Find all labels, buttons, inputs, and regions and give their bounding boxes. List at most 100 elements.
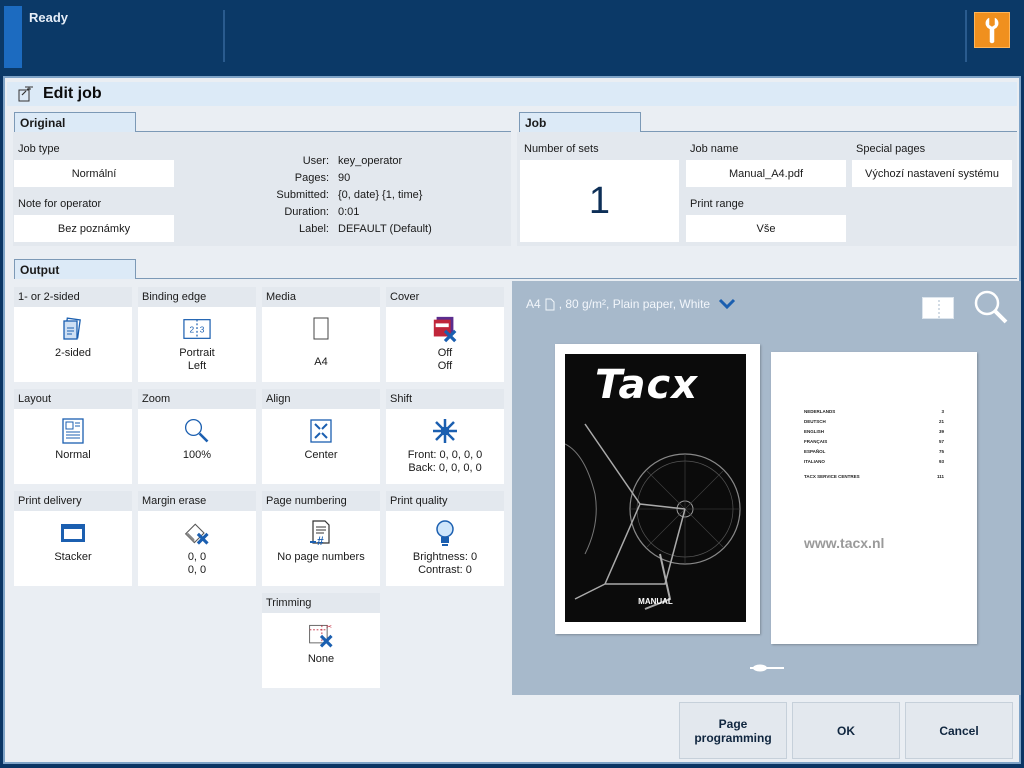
tab-job: Job <box>519 112 641 132</box>
toc-list: NEDERLANDS 3 DEUTSCH 21 ENGLISH 39 FRANÇAIS… <box>804 407 944 482</box>
media-description: , 80 g/m², Plain paper, White <box>558 297 711 311</box>
toc-entry: TACX SERVICE CENTRES 111 <box>804 474 944 479</box>
tile-body: 0, 0 0, 0 <box>138 511 256 586</box>
setting-tile-print-quality[interactable]: Print quality Brightness: 0 Contrast: 0 <box>386 491 504 586</box>
tile-value: Brightness: 0 Contrast: 0 <box>412 551 478 576</box>
toc-entry: ESPAÑOL 75 <box>804 449 944 454</box>
setting-tile-cover[interactable]: Cover Off Off <box>386 287 504 382</box>
tile-label: Page numbering <box>262 491 380 511</box>
tile-value: Center <box>304 449 338 461</box>
trimming-icon: ✂ <box>307 621 335 649</box>
sets-field[interactable]: 1 <box>520 160 679 242</box>
toc-entry: ENGLISH 39 <box>804 429 944 434</box>
setting-tile-align[interactable]: Align Center <box>262 389 380 484</box>
tile-body: 2-sided <box>14 307 132 382</box>
tab-output: Output <box>14 259 136 279</box>
svg-text:#: # <box>317 534 324 547</box>
setting-tile-trimming[interactable]: Trimming ✂ None <box>262 593 380 688</box>
tile-body: # No page numbers <box>262 511 380 586</box>
tile-body: ✂ None <box>262 613 380 688</box>
tile-value: Front: 0, 0, 0, 0 Back: 0, 0, 0, 0 <box>407 449 483 474</box>
page-numbering-icon: # <box>307 519 335 547</box>
cover-image: Tacx MANUAL <box>565 354 746 622</box>
tile-label: Print delivery <box>14 491 132 511</box>
setting-tile-margin-erase[interactable]: Margin erase 0, 0 0, 0 <box>138 491 256 586</box>
tile-value: None <box>307 653 335 665</box>
toc-entry: FRANÇAIS 57 <box>804 439 944 444</box>
toc-entry: NEDERLANDS 3 <box>804 409 944 414</box>
job-name-field[interactable]: Manual_A4.pdf <box>686 160 846 187</box>
tile-label: Media <box>262 287 380 307</box>
page-programming-button[interactable]: Page programming <box>679 702 787 759</box>
note-field[interactable]: Bez poznámky <box>14 215 174 242</box>
job-type-field[interactable]: Normální <box>14 160 174 187</box>
shift-icon <box>431 417 459 445</box>
tile-value: No page numbers <box>277 551 365 563</box>
edit-job-icon <box>18 86 33 102</box>
setting-tile-layout[interactable]: Layout Normal <box>14 389 132 484</box>
status-text: Ready <box>29 10 69 25</box>
page-slider[interactable] <box>750 663 784 672</box>
status-divider <box>223 10 225 62</box>
tile-value: Normal <box>55 449 91 461</box>
button-label: Page programming <box>694 716 772 745</box>
tools-button[interactable] <box>974 12 1010 48</box>
setting-tile-sided[interactable]: 1- or 2-sided 2-sided <box>14 287 132 382</box>
preview-page-contents[interactable]: NEDERLANDS 3 DEUTSCH 21 ENGLISH 39 FRANÇAIS… <box>771 352 977 644</box>
info-value: 90 <box>338 172 351 184</box>
tile-body: Center <box>262 409 380 484</box>
margin-erase-icon <box>183 519 211 547</box>
special-pages-field[interactable]: Výchozí nastavení systému <box>852 160 1012 187</box>
tile-value: Portrait Left <box>179 347 215 372</box>
cancel-button[interactable]: Cancel <box>905 702 1013 759</box>
print-range-field[interactable]: Vše <box>686 215 846 242</box>
info-value: 0:01 <box>338 206 360 218</box>
chevron-down-icon <box>719 298 736 310</box>
setting-tile-shift[interactable]: Shift Front: 0, 0, 0, 0 Back: 0, 0, 0, 0 <box>386 389 504 484</box>
magnifier-icon <box>974 290 1008 324</box>
svg-text:2: 2 <box>190 325 195 335</box>
tile-body: Normal <box>14 409 132 484</box>
info-key: Submitted: <box>276 189 329 201</box>
stacker-icon <box>59 519 87 547</box>
info-key: Pages: <box>294 172 329 184</box>
job-type-label: Job type <box>14 139 174 159</box>
note-label: Note for operator <box>14 194 174 214</box>
setting-tile-zoom[interactable]: Zoom 100% <box>138 389 256 484</box>
tile-label: 1- or 2-sided <box>14 287 132 307</box>
tile-value: Off Off <box>437 347 453 372</box>
sets-label: Number of sets <box>520 139 679 159</box>
ok-button[interactable]: OK <box>792 702 900 759</box>
layout-icon <box>59 417 87 445</box>
tile-label: Cover <box>386 287 504 307</box>
preview-page-cover[interactable]: Tacx MANUAL <box>555 344 760 634</box>
print-quality-icon <box>431 519 459 547</box>
zoom-icon <box>183 417 211 445</box>
setting-tile-binding[interactable]: Binding edge 23 Portrait Left <box>138 287 256 382</box>
status-indicator <box>4 6 22 68</box>
tile-value: A4 <box>314 356 328 368</box>
toc-entry: ITALIANO 93 <box>804 459 944 464</box>
dialog-title: Edit job <box>43 85 102 102</box>
media-size: A4 <box>526 297 541 311</box>
media-sheet-icon <box>307 315 335 343</box>
setting-tile-delivery[interactable]: Print delivery Stacker <box>14 491 132 586</box>
special-pages-label: Special pages <box>852 139 1012 159</box>
info-key: User: <box>302 155 329 167</box>
spread-view-button[interactable] <box>922 297 954 319</box>
cover-subtitle: MANUAL <box>638 597 673 606</box>
tile-body: Stacker <box>14 511 132 586</box>
tile-body: 23 Portrait Left <box>138 307 256 382</box>
align-center-icon <box>307 417 335 445</box>
preview-zoom-button[interactable] <box>972 289 1010 325</box>
setting-tile-page-numbering[interactable]: Page numbering # No page numbers <box>262 491 380 586</box>
tile-body: A4 <box>262 307 380 382</box>
wrench-icon <box>985 17 999 44</box>
section-divider <box>136 278 1017 279</box>
setting-tile-media[interactable]: Media A4 <box>262 287 380 382</box>
svg-text:3: 3 <box>200 325 205 335</box>
info-value: {0, date} {1, time} <box>338 189 423 201</box>
preview-panel: A4 , 80 g/m², Plain paper, White Tacx MA… <box>512 281 1021 695</box>
edit-job-dialog: Edit job Original Job type Normální Note… <box>3 76 1021 764</box>
media-selector[interactable]: A4 , 80 g/m², Plain paper, White <box>526 297 736 311</box>
